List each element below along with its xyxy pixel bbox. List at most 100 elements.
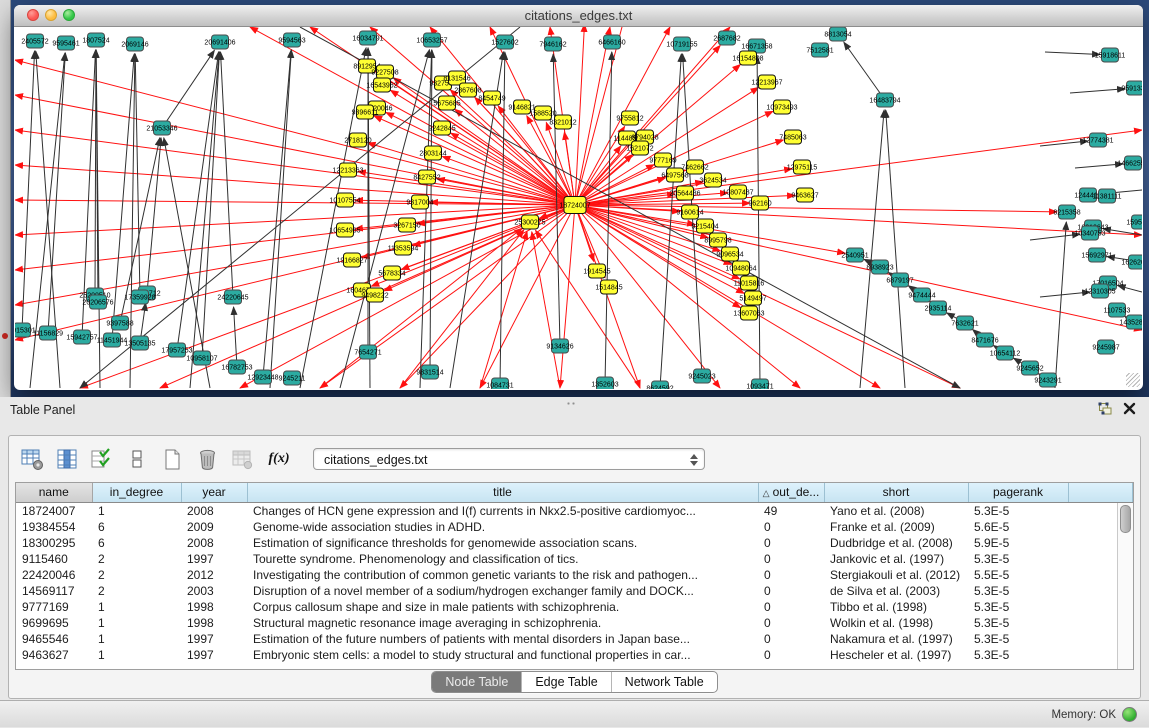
table-cell: 1 [92,631,181,647]
graph-node-label: 9245211 [279,376,306,383]
table-row[interactable]: 1938455462009Genome-wide association stu… [16,519,1133,535]
graph-node-label: 8321012 [549,120,576,127]
graph-node-label: 1914545 [583,269,610,276]
graph-node-label: 9777169 [649,158,676,165]
tab-node-table[interactable]: Node Table [432,672,521,692]
graph-node-label: 9245652 [1016,366,1043,373]
tab-network-table[interactable]: Network Table [611,672,717,692]
table-cell: 0 [758,631,824,647]
column-header-pagerank[interactable]: pagerank [968,483,1068,502]
table-cell: 9463627 [16,647,92,663]
graph-node-label: 8131546 [443,76,470,83]
table-cell: 0 [758,567,824,583]
graph-node-label: 21053346 [146,126,177,133]
table-settings-button[interactable] [19,447,45,471]
graph-node-label: 9317004 [406,200,433,207]
table-row[interactable]: 911546021997Tourette syndrome. Phenomeno… [16,551,1133,567]
graph-node-label: 9096534 [716,252,743,259]
graph-node-label: 2687682 [713,36,740,43]
close-panel-icon[interactable] [1123,402,1136,420]
table-row[interactable]: 2242004622012Investigating the contribut… [16,567,1133,583]
graph-node-label: 9498222 [361,293,388,300]
column-header-out_de...[interactable]: △out_de... [758,483,824,502]
table-checks-button[interactable] [89,447,115,471]
graph-node-label: 10948064 [725,266,756,273]
table-cell: Nakamura et al. (1997) [824,631,968,647]
memory-status-label: Memory: OK [1051,709,1116,721]
graph-node-label: 17359928 [124,295,155,302]
table-cell: 19384554 [16,519,92,535]
function-builder-button[interactable]: f(x) [264,451,294,467]
table-row[interactable]: 1830029562008Estimation of significance … [16,535,1133,551]
table-cell: 5.6E-5 [968,519,1068,535]
window-title: citations_edges.txt [14,5,1143,26]
graph-node-label: 10958107 [186,356,217,363]
table-row[interactable]: 946554611997Estimation of the future num… [16,631,1133,647]
graph-node-label: 9831514 [416,370,443,377]
graph-node-label: 8427552 [413,175,440,182]
column-header-short[interactable]: short [824,483,968,502]
table-cell: 2008 [181,502,247,519]
window-titlebar[interactable]: citations_edges.txt [14,5,1143,27]
graph-node-label: 9245023 [688,374,715,381]
table-cell: 14569117 [16,583,92,599]
column-header-filler [1068,483,1133,502]
table-row[interactable]: 969969511998Structural magnetic resonanc… [16,615,1133,631]
table-column-button[interactable] [54,447,80,471]
graph-node-label: 9591332 [1121,86,1142,93]
table-cell: Wolkin et al. (1998) [824,615,968,631]
graph-node-label: 7946162 [539,42,566,49]
new-table-button[interactable] [159,447,185,471]
table-row[interactable]: 1456911722003Disruption of a novel membe… [16,583,1133,599]
network-canvas[interactable]: 2405572959546118075242069146206914069594… [15,27,1142,389]
panel-drag-handle[interactable] [566,401,576,406]
table-cell: 5.9E-5 [968,535,1068,551]
column-header-year[interactable]: year [181,483,247,502]
graph-node-label: 10719155 [666,42,697,49]
graph-node-label: 10340753 [1074,231,1105,238]
table-row[interactable]: 1872400712008Changes of HCN gene express… [16,502,1133,519]
table-cell: Genome-wide association studies in ADHD. [247,519,758,535]
table-cell: de Silva et al. (2003) [824,583,968,599]
table-cell: 49 [758,502,824,519]
column-header-in_degree[interactable]: in_degree [92,483,181,502]
graph-node-label: 24220645 [217,295,248,302]
table-row[interactable]: 946362711997Embryonic stem cells: a mode… [16,647,1133,663]
column-header-name[interactable]: name [16,483,92,502]
tab-edge-table[interactable]: Edge Table [521,672,610,692]
graph-node-label: 10653257 [416,38,447,45]
graph-node-label: 9243291 [1034,378,1061,385]
table-selector-dropdown[interactable]: citations_edges.txt [313,448,705,470]
graph-node-label: 11353594 [388,246,419,253]
table-cell: 9699695 [16,615,92,631]
delete-table-button[interactable] [194,447,220,471]
graph-node-label: 10654965 [329,228,360,235]
table-scrollbar[interactable] [1117,503,1133,669]
network-window: citations_edges.txt 24055729595461180752… [14,5,1143,390]
table-cell: 0 [758,519,824,535]
row-height-button[interactable] [124,447,150,471]
table-cell: 1 [92,599,181,615]
graph-node-label: 11015816 [734,281,765,288]
graph-node-label: 2069146 [121,42,148,49]
graph-node-label: 15918611 [1095,53,1126,60]
float-panel-icon[interactable] [1098,402,1113,420]
graph-node-label: 1093471 [746,384,773,390]
table-cell: 1998 [181,599,247,615]
graph-node-label: 2935114 [925,306,952,313]
table-row[interactable]: 977716911998Corpus callosum shape and si… [16,599,1133,615]
graph-node-label: 8471676 [971,338,998,345]
table-cell: Stergiakouli et al. (2012) [824,567,968,583]
table-cell: 0 [758,551,824,567]
graph-node-label: 7462662 [681,165,708,172]
graph-node-label: 12975115 [787,165,818,172]
graph-node-label: 9474444 [908,293,935,300]
graph-node-label: 16154808 [732,56,763,63]
scrollbar-thumb[interactable] [1120,505,1131,533]
table-cell: 2 [92,567,181,583]
resize-grip-icon[interactable] [1126,373,1140,387]
column-header-title[interactable]: title [247,483,758,502]
table-selector-value: citations_edges.txt [324,453,428,467]
table-cell: 2 [92,583,181,599]
graph-node-label: 3267150 [393,223,420,230]
